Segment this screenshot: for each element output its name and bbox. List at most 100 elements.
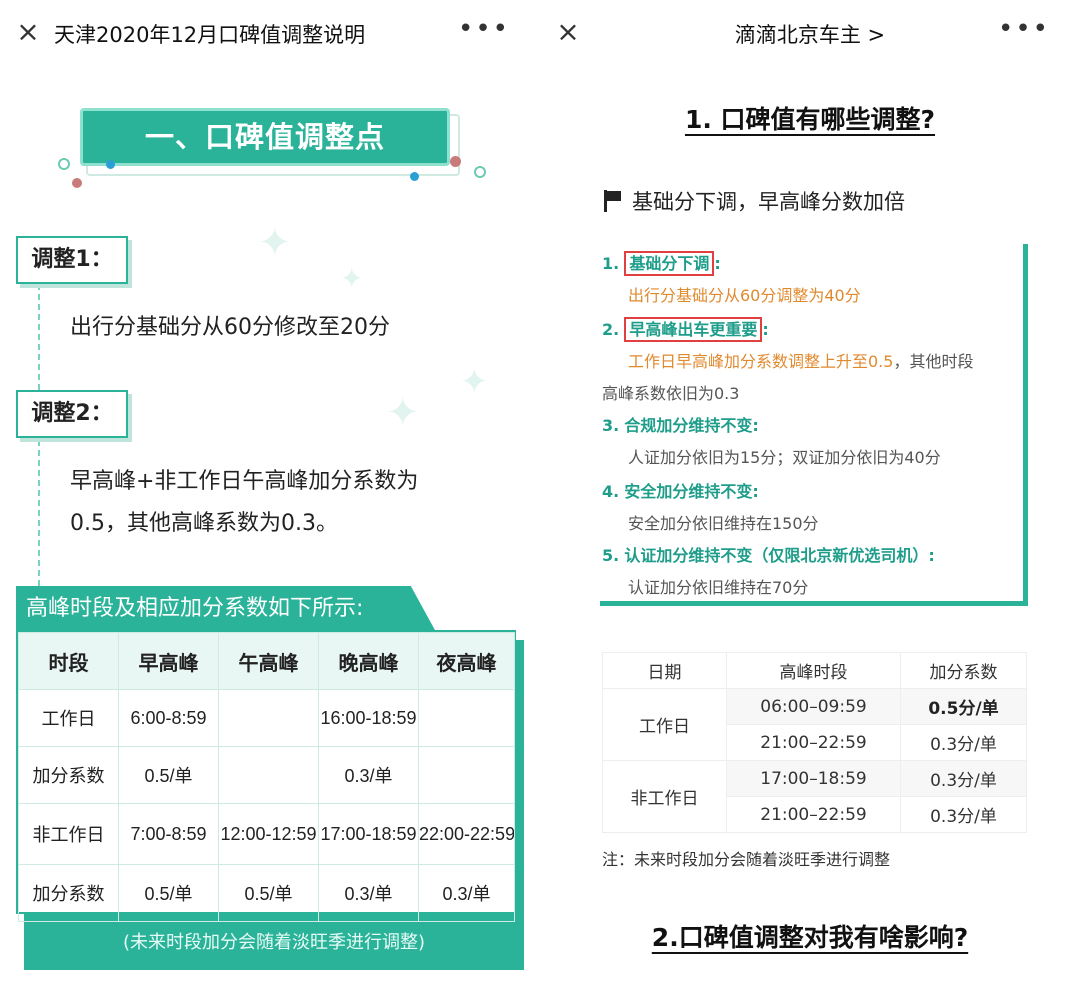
- dot-decoration-icon: [58, 158, 70, 170]
- item-number: 1.: [602, 254, 620, 273]
- list-item: 1. 基础分下调:: [602, 250, 721, 276]
- item-number: 5.: [602, 546, 620, 565]
- table-header-cell: 时段: [18, 632, 119, 690]
- sparkle-decoration-icon: ✦: [460, 362, 489, 402]
- table-row: 非工作日 17:00–18:59 0.3分/单: [602, 760, 1027, 833]
- item-number: 2.: [602, 320, 620, 339]
- list-item: 3. 合规加分维持不变:: [602, 412, 759, 436]
- list-item: 5. 认证加分维持不变（仅限北京新优选司机）:: [602, 542, 935, 566]
- table-cell: 0.3/单: [418, 864, 515, 922]
- table-header-cell: 早高峰: [118, 632, 219, 690]
- table-cell: 06:00–09:59: [726, 688, 901, 725]
- adjustment-2-text-line-2: 0.5，其他高峰系数为0.3。: [70, 511, 338, 536]
- flag-text: 基础分下调，早高峰分数加倍: [632, 190, 905, 214]
- table-header-row: 日期 高峰时段 加分系数: [602, 652, 1027, 689]
- section-title: 一、口碑值调整点: [80, 108, 450, 166]
- adjustment-2-text-line-1: 早高峰+非工作日午高峰加分系数为: [70, 469, 419, 494]
- table-cell: [218, 746, 319, 804]
- item-title: 合规加分维持不变:: [624, 416, 759, 435]
- item-title: 基础分下调: [624, 251, 715, 276]
- left-article-panel: × 天津2020年12月口碑值调整说明 ••• ✦ ✦ ✦ ✦ 一、口碑值调整点…: [0, 0, 540, 1003]
- table-row: 工作日 6:00-8:59 16:00-18:59: [18, 689, 515, 747]
- dot-decoration-icon: [450, 156, 461, 167]
- peak-table-title: 高峰时段及相应加分系数如下所示:: [16, 586, 436, 632]
- dot-decoration-icon: [474, 166, 486, 178]
- table-header-cell: 日期: [602, 652, 727, 689]
- item-detail: 出行分基础分从60分调整为40分: [628, 286, 861, 305]
- table-header-row: 时段 早高峰 午高峰 晚高峰 夜高峰: [18, 632, 515, 690]
- table-cell: 0.3分/单: [900, 760, 1027, 797]
- table-footnote: (未来时段加分会随着淡旺季进行调整): [122, 932, 426, 953]
- item-detail: 安全加分依旧维持在150分: [628, 514, 819, 533]
- table-cell: 0.3/单: [318, 746, 419, 804]
- table-cell: 21:00–22:59: [726, 796, 901, 833]
- table-cell: 加分系数: [18, 746, 119, 804]
- table-header-cell: 加分系数: [900, 652, 1027, 689]
- item-detail: 认证加分依旧维持在70分: [628, 578, 809, 597]
- close-icon[interactable]: ×: [14, 18, 42, 46]
- table-cell: 0.5/单: [118, 864, 219, 922]
- sparkle-decoration-icon: ✦: [258, 220, 292, 266]
- item-title: 早高峰出车更重要: [624, 317, 763, 342]
- item-suffix: :: [714, 254, 721, 273]
- table-cell: 17:00-18:59: [318, 803, 419, 865]
- dot-decoration-icon: [106, 160, 115, 169]
- list-item: 4. 安全加分维持不变:: [602, 478, 759, 502]
- table-header-cell: 午高峰: [218, 632, 319, 690]
- peak-hours-grid: 时段 早高峰 午高峰 晚高峰 夜高峰 工作日 6:00-8:59 16:00-1…: [18, 632, 515, 922]
- item-detail-highlight: 工作日早高峰加分系数调整上升至0.5: [628, 352, 894, 371]
- item-detail: 高峰系数依旧为0.3: [602, 384, 740, 403]
- timeline-line: [38, 440, 40, 586]
- table-cell: 0.3分/单: [900, 724, 1027, 761]
- table-cell: 0.3/单: [318, 864, 419, 922]
- table-row: 工作日 06:00–09:59 0.5分/单: [602, 688, 1027, 761]
- peak-hours-table: 时段 早高峰 午高峰 晚高峰 夜高峰 工作日 6:00-8:59 16:00-1…: [16, 630, 516, 922]
- table-cell: 非工作日: [602, 760, 727, 833]
- table-row: 加分系数 0.5/单 0.3/单: [18, 746, 515, 804]
- item-suffix: :: [928, 546, 935, 565]
- table-header-cell: 高峰时段: [726, 652, 901, 689]
- dot-decoration-icon: [72, 178, 82, 188]
- left-nav-bar: × 天津2020年12月口碑值调整说明 •••: [0, 0, 540, 64]
- table-cell: 6:00-8:59: [118, 689, 219, 747]
- table-cell: 7:00-8:59: [118, 803, 219, 865]
- item-detail: 人证加分依旧为15分；双证加分依旧为40分: [628, 448, 941, 467]
- item-detail: 工作日早高峰加分系数调整上升至0.5，其他时段: [628, 348, 973, 372]
- table-note: 注：未来时段加分会随着淡旺季进行调整: [602, 850, 891, 869]
- item-title: 安全加分维持不变:: [624, 482, 759, 501]
- table-cell: 工作日: [18, 689, 119, 747]
- table-cell: 16:00-18:59: [318, 689, 419, 747]
- list-item: 2. 早高峰出车更重要:: [602, 316, 769, 342]
- table-cell: 加分系数: [18, 864, 119, 922]
- adjustment-1-tag: 调整1：: [16, 236, 128, 284]
- info-box-border: [1023, 244, 1028, 606]
- more-menu-icon[interactable]: •••: [998, 14, 1050, 44]
- sparkle-decoration-icon: ✦: [340, 262, 364, 295]
- item-detail-rest: ，其他时段: [893, 352, 974, 371]
- left-page-title: 天津2020年12月口碑值调整说明: [54, 23, 366, 47]
- table-row: 加分系数 0.5/单 0.5/单 0.3/单 0.3/单: [18, 864, 515, 922]
- item-number: 4.: [602, 482, 620, 501]
- table-cell: 0.5/单: [218, 864, 319, 922]
- dot-decoration-icon: [410, 172, 419, 181]
- table-cell: 21:00–22:59: [726, 724, 901, 761]
- table-cell: 17:00–18:59: [726, 760, 901, 797]
- table-cell: [218, 689, 319, 747]
- table-cell: 工作日: [602, 688, 727, 761]
- more-menu-icon[interactable]: •••: [458, 14, 510, 44]
- flag-subheading: 基础分下调，早高峰分数加倍: [604, 186, 905, 216]
- table-cell: 0.3分/单: [900, 796, 1027, 833]
- item-number: 3.: [602, 416, 620, 435]
- timeline-line: [38, 284, 40, 390]
- table-header-cell: 夜高峰: [418, 632, 515, 690]
- right-nav-bar: × 滴滴北京车主 > •••: [540, 0, 1080, 64]
- question-heading-1: 1. 口碑值有哪些调整?: [684, 105, 936, 134]
- item-title: 认证加分维持不变（仅限北京新优选司机）: [624, 546, 929, 565]
- table-cell: [418, 689, 515, 747]
- peak-coefficient-table: 日期 高峰时段 加分系数 工作日 06:00–09:59 0.5分/单 21:0…: [602, 652, 1027, 833]
- adjustment-1-text: 出行分基础分从60分修改至20分: [70, 315, 390, 340]
- item-suffix: :: [762, 320, 769, 339]
- table-cell: 0.5分/单: [900, 688, 1027, 725]
- table-cell: 22:00-22:59: [418, 803, 515, 865]
- right-article-panel: × 滴滴北京车主 > ••• 1. 口碑值有哪些调整? 基础分下调，早高峰分数加…: [540, 0, 1080, 1003]
